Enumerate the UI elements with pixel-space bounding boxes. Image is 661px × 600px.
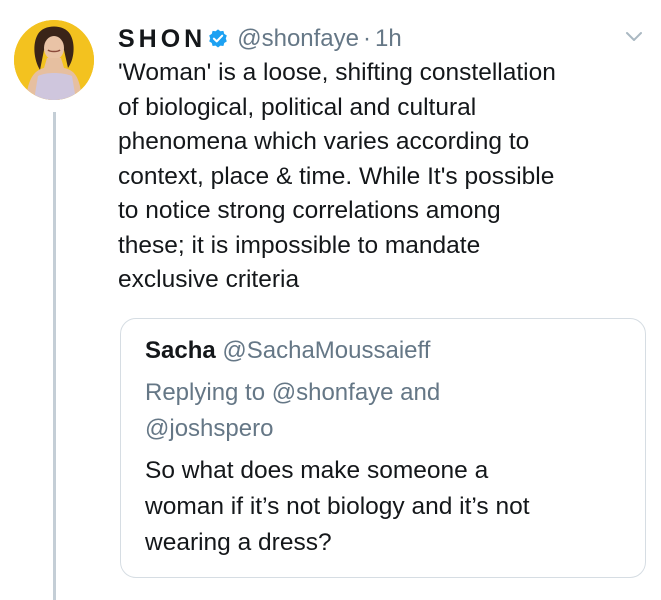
- tweet-text-line: 'Woman' is a loose, shifting constellati…: [118, 59, 556, 86]
- quoted-text-line: So what does make someone a: [145, 457, 489, 484]
- thread-line: [53, 112, 56, 600]
- tweet-text-line: exclusive criteria: [118, 266, 300, 293]
- tweet-text-line: of biological, political and cultural: [118, 93, 477, 121]
- quoted-author-name: Sacha: [145, 337, 216, 364]
- author-display-name[interactable]: SHON: [118, 25, 206, 54]
- replying-to-line: Replying to @shonfaye and: [145, 379, 441, 406]
- tweet-text-line: to notice strong correlations among: [118, 197, 501, 224]
- quoted-tweet-header: Sacha @SachaMoussaieff: [145, 337, 430, 365]
- quoted-tweet-card[interactable]: Sacha @SachaMoussaieff Replying to @shon…: [120, 318, 646, 578]
- tweet-text-line: phenomena which varies according to: [118, 128, 530, 155]
- replying-to: Replying to @shonfaye and @joshspero: [145, 375, 440, 447]
- separator-dot: ·: [363, 25, 372, 52]
- quoted-text-line: woman if it’s not biology and it’s not: [145, 493, 530, 520]
- author-handle[interactable]: @shonfaye: [237, 25, 359, 53]
- quoted-text-line: wearing a dress?: [145, 529, 332, 556]
- tweet-timestamp[interactable]: 1h: [375, 25, 402, 53]
- replying-to-line: @joshspero: [145, 415, 274, 442]
- tweet-text-line: these; it is impossible to mandate: [118, 231, 481, 259]
- tweet-text-line: context, place & time. While It's possib…: [118, 162, 555, 190]
- verified-badge-icon: [207, 28, 229, 50]
- avatar-photo: [14, 20, 94, 100]
- tweet-header: SHON @shonfaye · 1h: [118, 22, 402, 56]
- avatar[interactable]: [14, 20, 94, 100]
- chevron-down-icon[interactable]: [624, 30, 644, 44]
- quoted-tweet-text: So what does make someone a woman if it’…: [145, 453, 530, 561]
- tweet[interactable]: SHON @shonfaye · 1h 'Woman' is a loose, …: [0, 0, 661, 600]
- quoted-author-handle: @SachaMoussaieff: [222, 337, 431, 364]
- tweet-text: 'Woman' is a loose, shifting constellati…: [118, 56, 648, 298]
